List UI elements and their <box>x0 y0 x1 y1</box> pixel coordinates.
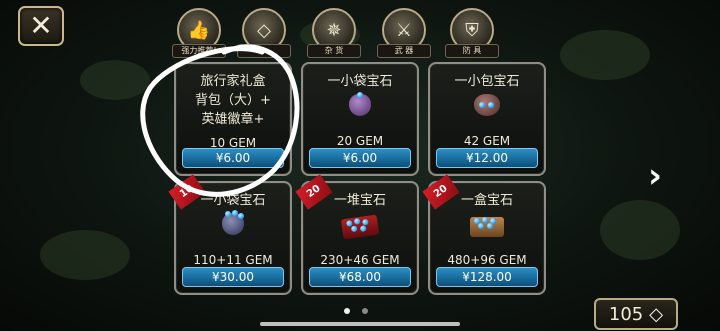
gem-balance[interactable]: 105 ◇ <box>594 298 678 330</box>
gem-balance-value: 105 <box>608 303 644 325</box>
buy-button[interactable]: ¥12.00 <box>436 148 538 168</box>
shop-card-small-pack[interactable]: 一小包宝石 42 GEM ¥12.00 <box>428 62 546 176</box>
gem-bag-icon <box>349 92 371 116</box>
gem-tray-icon <box>340 214 380 240</box>
next-page-button[interactable]: › <box>648 156 662 196</box>
diamond-icon: ◇ <box>649 303 664 325</box>
card-gem-amount: 230+46 GEM <box>320 253 400 267</box>
home-indicator[interactable] <box>260 322 460 326</box>
card-description: 背包（大）+ 英雄徽章+ <box>176 91 290 129</box>
tab-recommended-label: 强力推荐! <box>172 44 226 58</box>
gem-bag-icon <box>222 210 244 235</box>
shop-card-small-bag[interactable]: 一小袋宝石 20 GEM ¥6.00 <box>301 62 419 176</box>
shop-card-traveler-box[interactable]: 旅行家礼盒 背包（大）+ 英雄徽章+ 10 GEM ¥6.00 <box>174 62 292 176</box>
card-title: 一堆宝石 <box>333 193 386 208</box>
gem-chest-icon <box>470 217 504 237</box>
buy-button[interactable]: ¥30.00 <box>182 267 284 287</box>
diamond-icon: ◇ <box>257 19 271 41</box>
buy-button[interactable]: ¥128.00 <box>436 267 538 287</box>
card-title: 一小袋宝石 <box>200 193 266 208</box>
tab-gems-label <box>237 44 291 58</box>
shop-card-gem-pile[interactable]: 20 一堆宝石 230+46 GEM ¥68.00 <box>295 174 419 295</box>
sword-icon: ⚔ <box>395 19 413 41</box>
shop-card-gem-box[interactable]: 20 一盒宝石 480+96 GEM ¥128.00 <box>422 174 546 295</box>
card-title: 一盒宝石 <box>460 193 513 208</box>
close-icon: ✕ <box>29 9 53 42</box>
compass-icon: ✵ <box>326 19 342 41</box>
card-title: 一小袋宝石 <box>327 74 393 89</box>
tab-misc-label: 杂 货 <box>307 44 361 58</box>
card-desc-line-1: 背包（大）+ <box>195 93 271 108</box>
card-gem-amount: 20 GEM <box>336 134 384 148</box>
card-gem-amount: 42 GEM <box>463 134 511 148</box>
page-dot-active[interactable] <box>344 308 350 314</box>
close-button[interactable]: ✕ <box>18 6 64 46</box>
buy-button[interactable]: ¥68.00 <box>309 267 411 287</box>
card-title: 旅行家礼盒 <box>200 74 266 89</box>
shop-card-gem-bag[interactable]: 10 一小袋宝石 110+11 GEM ¥30.00 <box>168 174 292 295</box>
buy-button[interactable]: ¥6.00 <box>182 148 284 168</box>
thumbs-up-icon: 👍 <box>187 19 211 41</box>
buy-button[interactable]: ¥6.00 <box>309 148 411 168</box>
tab-armor-label: 防 具 <box>445 44 499 58</box>
chevron-right-icon: › <box>648 156 663 196</box>
card-gem-amount: 480+96 GEM <box>447 253 527 267</box>
card-title: 一小包宝石 <box>454 74 520 89</box>
card-gem-amount: 110+11 GEM <box>193 253 273 267</box>
page-indicator <box>344 308 368 314</box>
tab-weapons-label: 武 器 <box>377 44 431 58</box>
card-desc-line-2: 英雄徽章+ <box>201 112 265 127</box>
page-dot[interactable] <box>362 308 368 314</box>
gem-pouch-icon <box>474 94 500 116</box>
shield-icon: ⛨ <box>465 19 479 41</box>
